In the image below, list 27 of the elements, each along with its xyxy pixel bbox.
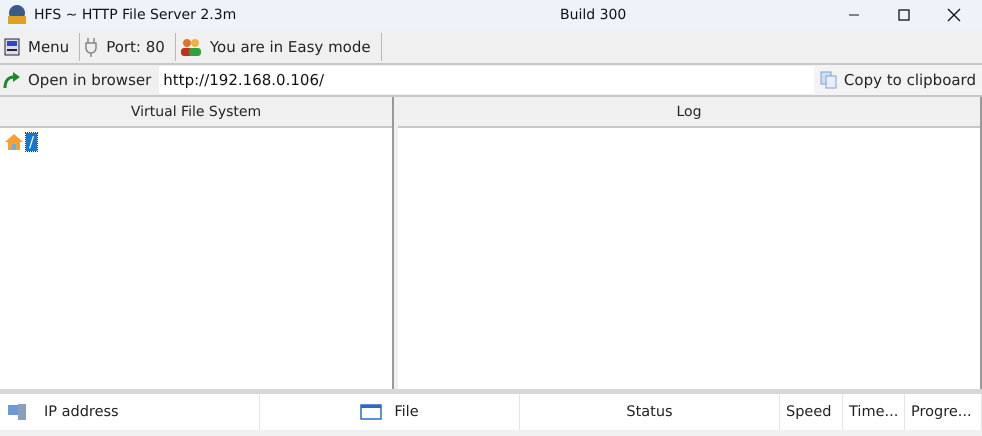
mode-button[interactable]: You are in Easy mode [176, 32, 382, 60]
curved-arrow-icon [2, 70, 22, 90]
users-icon [180, 38, 202, 56]
column-header[interactable]: IP address [0, 394, 260, 430]
plug-icon [84, 36, 98, 56]
column-header[interactable]: Progre... [905, 394, 982, 430]
app-logo-icon [6, 4, 28, 26]
house-icon [4, 132, 24, 152]
url-field[interactable]: http://192.168.0.106/ [159, 66, 814, 94]
column-header[interactable]: File [260, 394, 520, 430]
window-title: HFS ~ HTTP File Server 2.3m [34, 7, 238, 23]
network-computer-icon [6, 402, 28, 422]
open-in-browser-button[interactable]: Open in browser [0, 65, 160, 95]
pane-header: Log [398, 97, 980, 128]
close-icon [947, 8, 961, 22]
copy-icon [820, 71, 838, 89]
pane-header: Virtual File System [0, 97, 392, 128]
computer-icon [4, 38, 20, 56]
port-button[interactable]: Port: 80 [80, 32, 176, 60]
maximize-icon [898, 9, 910, 21]
build-label: Build 300 [560, 7, 628, 23]
column-header[interactable]: Time... [843, 394, 905, 430]
menu-button[interactable]: Menu [0, 32, 80, 60]
window-icon [360, 404, 382, 420]
column-header[interactable]: Status [520, 394, 780, 430]
tree-root-item[interactable]: / [26, 133, 38, 151]
column-header[interactable]: Speed [780, 394, 843, 430]
